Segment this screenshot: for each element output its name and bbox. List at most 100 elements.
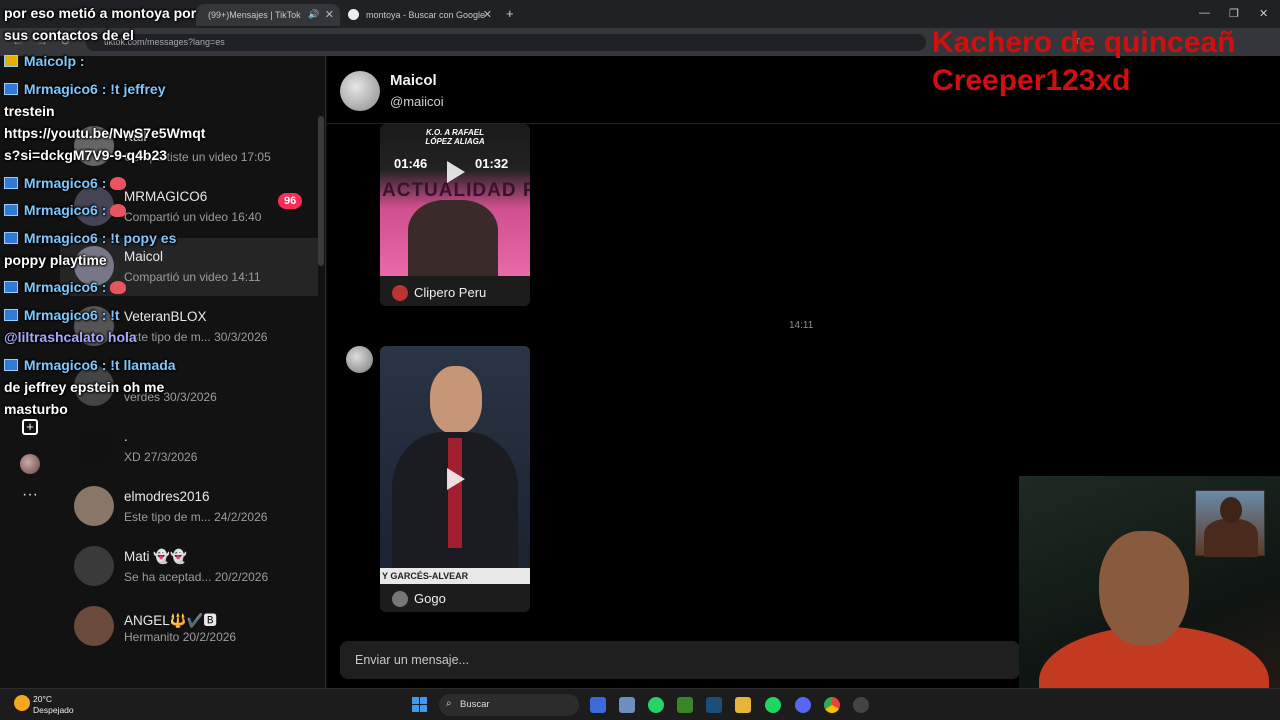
user-badge-icon xyxy=(4,281,18,293)
conversation-name: . xyxy=(124,429,128,444)
conversation-name: elmodres2016 xyxy=(124,489,210,504)
search-label: Buscar xyxy=(460,699,490,710)
stream-chat-user: Mrmagico6 : !t llamada xyxy=(23,357,176,373)
stream-chat-link[interactable]: s?si=dckgM7V9-9-q4b23 xyxy=(4,147,167,163)
thumbnail-time-left: 01:46 xyxy=(394,156,428,171)
video-thumbnail: Y GARCÉS-ALVEAR xyxy=(380,346,530,584)
user-badge-icon xyxy=(4,177,18,189)
conversation-avatar xyxy=(74,546,114,586)
maximize-icon[interactable]: ❐ xyxy=(1229,7,1239,20)
obs-icon[interactable] xyxy=(853,697,869,713)
preview-time: 20/2/2026 xyxy=(214,570,269,584)
stream-chat-mention: @liltrashcalato hola xyxy=(4,329,137,345)
creator-avatar-icon xyxy=(392,591,408,607)
stream-watermark: Kachero de quinceañ Creeper123xd xyxy=(932,24,1235,100)
creator-avatar-icon xyxy=(392,285,408,301)
thumbnail-time-right: 01:32 xyxy=(475,156,509,171)
emote-icon xyxy=(110,204,127,217)
start-button[interactable] xyxy=(412,697,428,713)
upload-icon[interactable]: + xyxy=(22,419,38,435)
search-icon: ⌕ xyxy=(446,698,452,709)
preview-time: 24/2/2026 xyxy=(214,510,268,524)
preview-text: Este tipo de m... xyxy=(124,510,211,524)
stream-chat-link[interactable]: https://youtu.be/NwS7e5Wmqt xyxy=(4,125,205,141)
weather-description[interactable]: Despejado xyxy=(33,705,74,715)
video-caption-bar: Clipero Peru xyxy=(380,278,530,306)
sender-avatar[interactable] xyxy=(346,346,373,373)
video-creator: Clipero Peru xyxy=(414,285,487,300)
weather-temperature[interactable]: 20°C xyxy=(33,694,52,704)
stream-chat-user: Mrmagico6 : !t jeffrey xyxy=(23,81,166,97)
stream-chat-user: Mrmagico6 : xyxy=(23,202,107,218)
emote-icon xyxy=(110,281,127,294)
chat-name[interactable]: Maicol xyxy=(390,72,437,89)
thumbnail-face xyxy=(430,366,482,434)
video-thumbnail: K.O. A RAFAEL LÓPEZ ALIAGA 01:46 01:32 A… xyxy=(380,124,530,276)
taskbar-search[interactable]: ⌕ Buscar xyxy=(439,694,579,716)
task-view-icon[interactable] xyxy=(590,697,606,713)
watermark-line: Kachero de quinceañ xyxy=(932,26,1236,59)
chat-avatar[interactable] xyxy=(340,71,380,111)
picture-in-picture-overlay xyxy=(1195,490,1265,557)
conversation-item[interactable]: . XD 27/3/2026 xyxy=(60,418,318,476)
play-icon xyxy=(447,468,465,490)
stream-chat-line: poppy playtime xyxy=(4,252,107,268)
conversation-preview: XD 27/3/2026 xyxy=(124,450,197,464)
stream-chat-line: masturbo xyxy=(4,401,68,417)
message-input[interactable] xyxy=(340,641,1020,679)
stream-chat-line: Mrmagico6 : !t jeffrey xyxy=(4,81,165,97)
discord-icon[interactable] xyxy=(795,697,811,713)
video-creator: Gogo xyxy=(414,591,446,606)
stream-chat-user: Mrmagico6 : !t xyxy=(23,307,120,323)
stream-chat-line: Mrmagico6 : xyxy=(4,279,127,295)
preview-time: 20/2/2026 xyxy=(182,630,237,644)
minimize-icon[interactable]: — xyxy=(1199,7,1210,19)
close-tab-icon[interactable]: ✕ xyxy=(483,8,492,21)
tab-google-search[interactable]: montoya - Buscar con Google ✕ xyxy=(342,4,498,26)
stream-chat-line: Mrmagico6 : !t llamada xyxy=(4,357,176,373)
conversation-avatar xyxy=(74,486,114,526)
stream-chat-user: Mrmagico6 : xyxy=(23,279,107,295)
emote-icon xyxy=(110,177,127,190)
stream-chat-line: Maicolp : xyxy=(4,53,85,69)
stream-chat-user: Mrmagico6 : xyxy=(23,175,107,191)
tab-title: montoya - Buscar con Google xyxy=(366,10,486,20)
user-badge-icon xyxy=(4,359,18,371)
shared-video-card[interactable]: Y GARCÉS-ALVEAR Gogo xyxy=(380,346,530,612)
preview-time: 27/3/2026 xyxy=(144,450,198,464)
more-icon[interactable]: ··· xyxy=(22,486,38,504)
calculator-icon[interactable] xyxy=(619,697,635,713)
stream-chat-line: de jeffrey epstein oh me xyxy=(4,379,165,395)
profile-avatar[interactable] xyxy=(20,454,40,474)
spotify-icon[interactable] xyxy=(765,697,781,713)
user-badge-icon xyxy=(4,232,18,244)
preview-text: Se ha aceptad... xyxy=(124,570,212,584)
play-icon xyxy=(447,161,465,183)
stream-chat-line: Mrmagico6 : xyxy=(4,175,127,191)
conversation-preview: Se ha aceptad... 20/2/2026 xyxy=(124,570,268,584)
shared-video-card[interactable]: K.O. A RAFAEL LÓPEZ ALIAGA 01:46 01:32 A… xyxy=(380,124,530,306)
windows-taskbar: 20°C Despejado ⌕ Buscar xyxy=(0,688,1280,720)
weather-icon[interactable] xyxy=(14,695,30,711)
crown-badge-icon xyxy=(4,55,18,67)
thumbnail-headline: K.O. A RAFAEL LÓPEZ ALIAGA xyxy=(425,128,485,146)
chrome-icon[interactable] xyxy=(824,697,840,713)
minecraft-icon[interactable] xyxy=(677,697,693,713)
stream-chat-line: Mrmagico6 : xyxy=(4,202,127,218)
whatsapp-icon[interactable] xyxy=(648,697,664,713)
steam-icon[interactable] xyxy=(706,697,722,713)
conversation-item[interactable]: ANGEL🔱✔️🅱 Hermanito 20/2/2026 xyxy=(60,598,318,656)
conversation-item[interactable]: elmodres2016 Este tipo de m... 24/2/2026 xyxy=(60,478,318,536)
close-window-icon[interactable]: ✕ xyxy=(1259,7,1268,20)
conversation-name: ANGEL🔱✔️🅱 xyxy=(124,613,217,628)
conversation-avatar xyxy=(74,606,114,646)
stream-chat-line: Mrmagico6 : !t xyxy=(4,307,120,323)
preview-text: Hermanito xyxy=(124,630,180,644)
stream-chat-line: por eso metió a montoya por xyxy=(4,5,197,21)
conversation-preview: Hermanito 20/2/2026 xyxy=(124,630,236,644)
conversation-item[interactable]: Mati 👻👻 Se ha aceptad... 20/2/2026 xyxy=(60,538,318,596)
conversation-name: Mati 👻👻 xyxy=(124,549,187,564)
message-timestamp: 14:11 xyxy=(789,320,814,331)
file-explorer-icon[interactable] xyxy=(735,697,751,713)
new-tab-icon[interactable]: + xyxy=(506,6,514,21)
